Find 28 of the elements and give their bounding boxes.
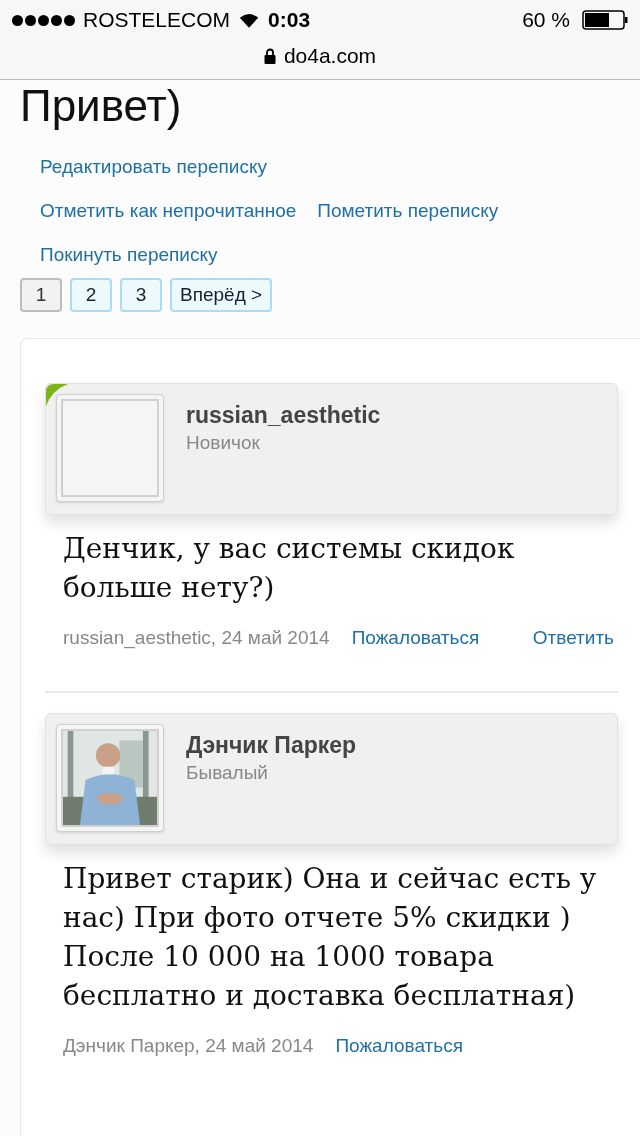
action-link[interactable]: Покинуть переписку [40, 242, 218, 268]
username[interactable]: Дэнчик Паркер [186, 730, 357, 760]
message-link[interactable]: Пожаловаться [335, 1033, 463, 1059]
action-link[interactable]: Редактировать переписку [40, 154, 600, 180]
battery-icon [582, 10, 628, 30]
message-text: Привет старик) Она и сейчас есть у нас) При фото отчете 5% скидки ) После 10 000 на 1000 товара бесплатно и доставка бесплатная) [63, 861, 598, 1014]
page-title: Привет) [20, 82, 182, 130]
page-button[interactable]: 1 [20, 278, 62, 312]
carrier-label: ROSTELECOM [83, 7, 231, 34]
signal-icon [12, 14, 75, 26]
page-button[interactable]: Вперёд > [170, 278, 273, 312]
message-text: Денчик, у вас системы скидок больше нету?) [63, 531, 516, 606]
message-link[interactable]: Пожаловаться [351, 625, 480, 651]
message-byline: russian_aesthetic, 24 май 2014 [63, 626, 330, 651]
user-rank: Новичок [186, 431, 261, 455]
battery-label: 60 % [522, 7, 570, 34]
action-link[interactable]: Пометить переписку [317, 198, 499, 224]
action-link[interactable]: Отметить как непрочитанное [40, 198, 297, 224]
clock: 0:03 [268, 7, 311, 34]
lock-icon [263, 47, 276, 64]
wifi-icon [238, 11, 261, 29]
message-link[interactable]: Ответить [532, 625, 614, 651]
message-byline: Дэнчик Паркер, 24 май 2014 [63, 1034, 314, 1058]
page-button[interactable]: 2 [70, 278, 112, 312]
url-text[interactable]: do4a.com [283, 40, 377, 72]
username[interactable]: russian_aesthetic [186, 400, 381, 430]
user-rank: Бывалый [186, 761, 269, 785]
page-button[interactable]: 3 [120, 278, 162, 312]
